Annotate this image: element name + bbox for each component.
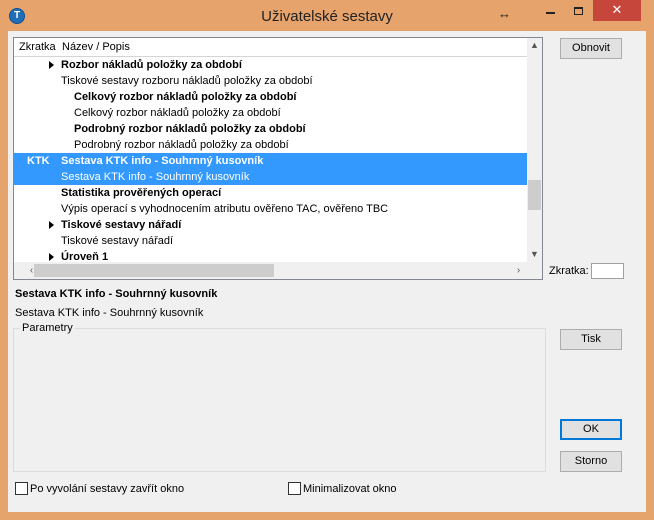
list-item-label: Celkový rozbor nákladů položky za období (74, 91, 297, 103)
column-header-code[interactable]: Zkratka (19, 41, 56, 53)
column-header-name[interactable]: Název / Popis (62, 41, 130, 53)
list-item[interactable]: Úroveň 1 (14, 249, 527, 262)
list-item-code: KTK (27, 155, 50, 167)
shortcut-label: Zkratka: (549, 265, 589, 277)
list-item-label: Statistika prověřených operací (61, 187, 222, 199)
refresh-button[interactable]: Obnovit (560, 38, 622, 59)
list-item[interactable]: Tiskové sestavy nářadí (14, 217, 527, 233)
horizontal-scrollbar[interactable]: ‹ › (14, 262, 542, 279)
list-item-label: Výpis operací s vyhodnocením atributu ov… (61, 203, 389, 215)
report-list[interactable]: Zkratka Název / Popis Rozbor nákladů pol… (13, 37, 543, 280)
minimize-icon (546, 12, 555, 15)
vertical-scrollbar[interactable]: ▲ ▼ (527, 38, 542, 262)
expand-arrow-icon[interactable] (49, 61, 54, 69)
list-item[interactable]: Výpis operací s vyhodnocením atributu ov… (14, 201, 527, 217)
title-bar[interactable]: T Uživatelské sestavy ↔ ✕ (0, 0, 654, 32)
list-header: Zkratka Název / Popis (14, 38, 527, 57)
list-item-label: Celkový rozbor nákladů položky za období (74, 107, 281, 119)
minimize-button[interactable] (537, 0, 564, 21)
list-rows: Rozbor nákladů položky za období Tiskové … (14, 57, 527, 262)
close-after-checkbox[interactable] (15, 482, 28, 495)
maximize-icon (574, 6, 583, 15)
minimize-checkbox[interactable] (288, 482, 301, 495)
list-item[interactable]: Celkový rozbor nákladů položky za období (14, 89, 527, 105)
close-icon: ✕ (611, 2, 623, 17)
expand-arrow-icon[interactable] (49, 253, 54, 261)
list-item-label: Tiskové sestavy nářadí (61, 219, 182, 231)
list-item[interactable]: Celkový rozbor nákladů položky za období (14, 105, 527, 121)
list-item[interactable]: KTK Sestava KTK info - Souhrnný kusovník (14, 153, 527, 169)
close-button[interactable]: ✕ (593, 0, 641, 21)
scroll-up-icon[interactable]: ▲ (527, 40, 542, 50)
list-item-label: Tiskové sestavy nářadí (61, 235, 174, 247)
ok-button[interactable]: OK (560, 419, 622, 440)
maximize-button[interactable] (565, 0, 592, 21)
list-item-label: Sestava KTK info - Souhrnný kusovník (61, 171, 250, 183)
horizontal-scroll-thumb[interactable] (34, 264, 274, 277)
expand-arrow-icon[interactable] (49, 221, 54, 229)
vertical-scroll-thumb[interactable] (528, 180, 541, 210)
list-item-label: Tiskové sestavy rozboru nákladů položky … (61, 75, 313, 87)
dialog-client-area: Zkratka Název / Popis Rozbor nákladů pol… (8, 31, 646, 512)
list-item-label: Rozbor nákladů položky za období (61, 59, 242, 71)
shortcut-input[interactable] (591, 263, 624, 279)
report-window: T Uživatelské sestavy ↔ ✕ Zkratka Název … (0, 0, 654, 520)
selected-report-description: Sestava KTK info - Souhrnný kusovník (15, 307, 204, 319)
list-item-label: Sestava KTK info - Souhrnný kusovník (61, 155, 264, 167)
parameters-title: Parametry (20, 322, 75, 334)
scroll-right-icon[interactable]: › (511, 265, 526, 276)
close-after-label[interactable]: Po vyvolání sestavy zavřít okno (30, 483, 184, 495)
selected-report-title: Sestava KTK info - Souhrnný kusovník (15, 288, 218, 300)
list-item-label: Podrobný rozbor nákladů položky za obdob… (74, 139, 289, 151)
minimize-label[interactable]: Minimalizovat okno (303, 483, 397, 495)
list-item-label: Podrobný rozbor nákladů položky za obdob… (74, 123, 306, 135)
list-item[interactable]: Sestava KTK info - Souhrnný kusovník (14, 169, 527, 185)
list-item[interactable]: Tiskové sestavy rozboru nákladů položky … (14, 73, 527, 89)
scroll-down-icon[interactable]: ▼ (527, 249, 542, 259)
list-item[interactable]: Rozbor nákladů položky za období (14, 57, 527, 73)
print-button[interactable]: Tisk (560, 329, 622, 350)
list-item[interactable]: Podrobný rozbor nákladů položky za obdob… (14, 137, 527, 153)
cancel-button[interactable]: Storno (560, 451, 622, 472)
resize-arrows-icon: ↔ (498, 6, 511, 21)
list-item[interactable]: Statistika prověřených operací (14, 185, 527, 201)
parameters-group (13, 328, 546, 472)
list-item[interactable]: Podrobný rozbor nákladů položky za obdob… (14, 121, 527, 137)
list-item-label: Úroveň 1 (61, 251, 109, 262)
list-item[interactable]: Tiskové sestavy nářadí (14, 233, 527, 249)
